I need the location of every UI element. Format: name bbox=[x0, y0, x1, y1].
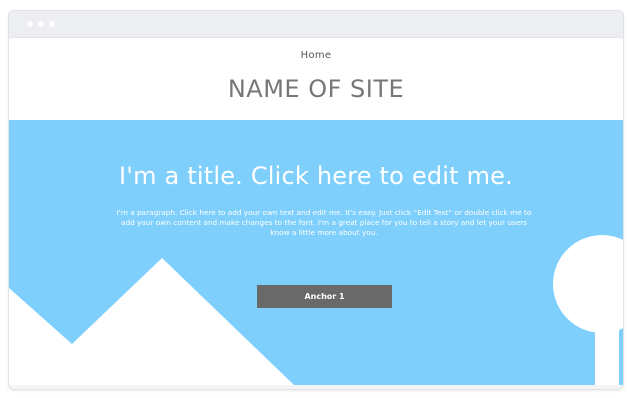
site-header: Home NAME OF SITE bbox=[9, 38, 623, 120]
hero-paragraph[interactable]: I'm a paragraph. Click here to add your … bbox=[114, 208, 534, 238]
window-titlebar bbox=[9, 11, 623, 38]
footer-strip bbox=[9, 385, 623, 389]
hero-title[interactable]: I'm a title. Click here to edit me. bbox=[9, 162, 623, 190]
hero-section: I'm a title. Click here to edit me. I'm … bbox=[9, 120, 623, 385]
tree-shape bbox=[553, 235, 623, 385]
window-dot-icon bbox=[49, 21, 55, 27]
window-dot-icon bbox=[38, 21, 44, 27]
site-name[interactable]: NAME OF SITE bbox=[9, 75, 623, 103]
page-canvas: Home NAME OF SITE I'm a title. Click her… bbox=[0, 0, 630, 398]
browser-window: Home NAME OF SITE I'm a title. Click her… bbox=[8, 10, 624, 390]
nav-home-link[interactable]: Home bbox=[9, 50, 623, 61]
mountain-shape bbox=[9, 258, 294, 385]
hero-decoration bbox=[9, 235, 623, 385]
anchor-1-button[interactable]: Anchor 1 bbox=[257, 285, 392, 308]
window-dot-icon bbox=[27, 21, 33, 27]
